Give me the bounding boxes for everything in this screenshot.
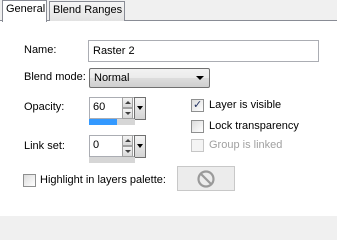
name-field[interactable]: Raster 2 <box>88 40 319 62</box>
name-label: Name: <box>24 44 57 56</box>
blend-mode-dropdown[interactable]: Normal <box>89 68 210 88</box>
link-set-popup-button[interactable] <box>134 135 146 158</box>
opacity-updown <box>122 97 133 120</box>
arrow-up-icon <box>125 101 131 104</box>
general-panel: Name: Raster 2 Blend mode: Normal Opacit… <box>0 21 337 216</box>
opacity-spinner[interactable]: 60 <box>89 97 146 120</box>
arrow-up-icon <box>125 139 131 142</box>
blend-mode-label: Blend mode: <box>24 71 86 83</box>
tab-blend-ranges[interactable]: Blend Ranges <box>49 1 125 21</box>
opacity-label: Opacity: <box>24 101 65 113</box>
link-set-updown <box>122 135 133 158</box>
layer-visible-label[interactable]: Layer is visible <box>209 99 281 111</box>
name-value: Raster 2 <box>93 45 135 57</box>
tab-general[interactable]: General <box>2 0 47 22</box>
group-linked-label: Group is linked <box>209 139 283 151</box>
chevron-down-icon <box>196 76 204 80</box>
tab-blend-ranges-label: Blend Ranges <box>53 4 123 16</box>
triangle-down-icon <box>137 106 143 110</box>
link-set-slider[interactable] <box>89 157 135 163</box>
layer-visible-checkbox[interactable]: ✓ <box>191 99 204 112</box>
link-set-label: Link set: <box>24 140 65 152</box>
highlight-color-button[interactable] <box>177 166 235 191</box>
lock-transparency-checkbox[interactable] <box>191 120 204 133</box>
opacity-up-button[interactable] <box>122 97 133 108</box>
tab-strip: General Blend Ranges <box>0 0 337 22</box>
arrow-down-icon <box>125 150 131 153</box>
opacity-down-button[interactable] <box>122 108 133 119</box>
checkmark-icon: ✓ <box>193 99 203 111</box>
lock-transparency-label[interactable]: Lock transparency <box>209 120 299 132</box>
blend-mode-value: Normal <box>94 72 130 84</box>
opacity-slider-popup-button[interactable] <box>134 97 146 120</box>
group-linked-checkbox <box>191 139 204 152</box>
opacity-value: 60 <box>93 101 106 113</box>
arrow-down-icon <box>125 112 131 115</box>
link-set-value: 0 <box>93 139 100 151</box>
no-symbol-icon <box>197 170 215 188</box>
highlight-checkbox[interactable] <box>23 174 36 187</box>
triangle-down-icon <box>137 144 143 148</box>
opacity-slider-fill <box>89 119 117 125</box>
link-set-down-button[interactable] <box>122 146 133 157</box>
highlight-label[interactable]: Highlight in layers palette: <box>40 174 166 186</box>
link-set-up-button[interactable] <box>122 135 133 146</box>
link-set-spinner[interactable]: 0 <box>89 135 146 158</box>
opacity-slider[interactable] <box>89 119 135 125</box>
tab-general-label: General <box>6 3 46 15</box>
